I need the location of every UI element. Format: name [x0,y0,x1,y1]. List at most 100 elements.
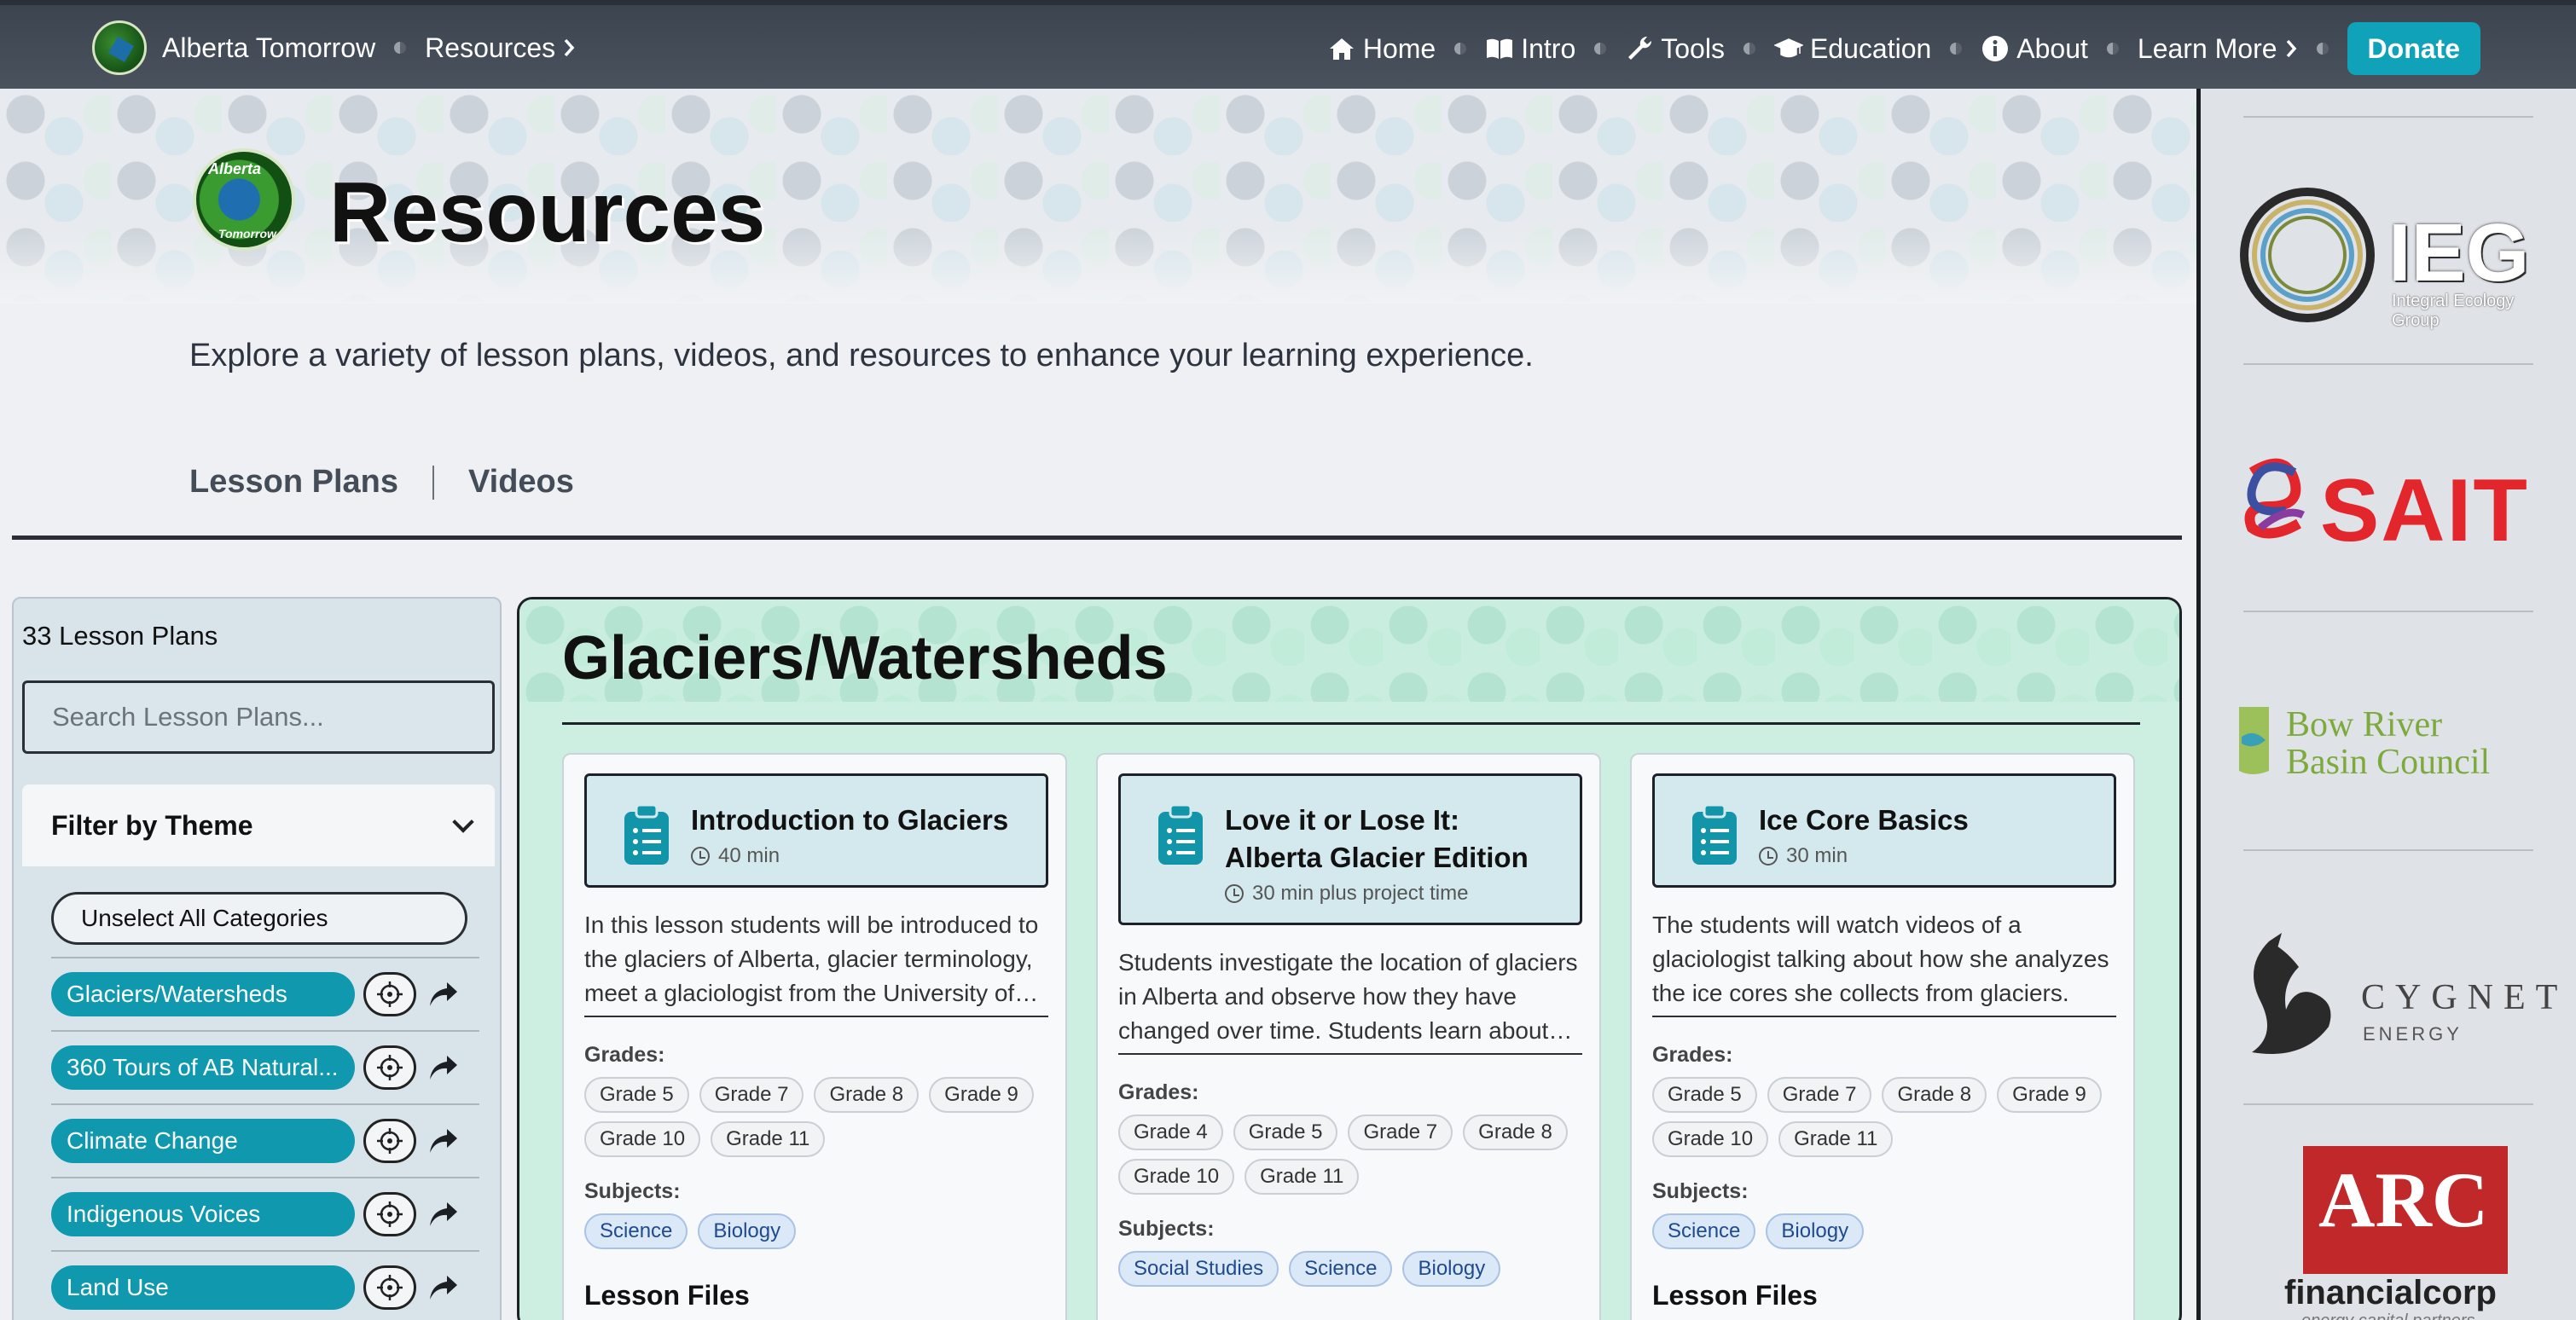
sponsor-arc-logo[interactable]: ARC financialcorp energy capital partner… [2235,1146,2559,1320]
ieg-ring-icon [2240,188,2375,322]
theme-row: Climate Change [51,1103,479,1177]
theme-chip-land-use[interactable]: Land Use [51,1265,355,1310]
hero-banner: Alberta Tomorrow Resources [0,89,2196,304]
bow-line2: Basin Council [2286,743,2491,782]
lesson-card-header[interactable]: Introduction to Glaciers 40 min [584,773,1048,888]
brand-link[interactable]: Alberta Tomorrow [162,32,375,64]
sponsor-divider [2243,363,2533,365]
locate-button[interactable] [363,1119,416,1163]
share-button[interactable] [425,1196,462,1233]
nav-home[interactable]: Home [1327,33,1436,65]
donate-button[interactable]: Donate [2347,22,2480,75]
tab-videos[interactable]: Videos [468,464,574,501]
clock-icon [1759,847,1778,866]
nav-about-label: About [2016,32,2088,64]
locate-button[interactable] [363,1045,416,1090]
nav-education[interactable]: Education [1773,33,1931,65]
nav-tools-label: Tools [1661,32,1725,64]
sponsor-column: IEG Integral Ecology Group SAIT Bow Rive… [2196,89,2576,1320]
grade-pills: Grade 5 Grade 7 Grade 8 Grade 9 Grade 10… [584,1077,1062,1157]
filter-by-theme-toggle[interactable]: Filter by Theme [22,784,495,866]
sponsor-divider [2243,116,2533,118]
resource-tabs: Lesson Plans Videos [189,464,574,501]
locate-button[interactable] [363,972,416,1016]
locate-button[interactable] [363,1265,416,1310]
lesson-duration: 40 min [691,844,1029,868]
theme-row: Indigenous Voices [51,1177,479,1250]
crosshair-icon [377,1275,403,1300]
sponsor-ieg-logo[interactable]: IEG Integral Ecology Group [2235,182,2559,330]
grade-pill: Grade 7 [699,1077,804,1113]
locate-button[interactable] [363,1192,416,1236]
separator-dot [1743,43,1755,55]
graduation-cap-icon [1773,38,1803,58]
sait-name: SAIT [2320,461,2529,560]
lesson-card-header[interactable]: Ice Core Basics 30 min [1652,773,2116,888]
grade-pills: Grade 5 Grade 7 Grade 8 Grade 9 Grade 10… [1652,1077,2130,1157]
nav-intro[interactable]: Intro [1485,33,1575,65]
wrench-icon [1628,36,1652,60]
chevron-down-icon [452,811,474,833]
sponsor-divider [2243,849,2533,851]
alberta-tomorrow-logo: Alberta Tomorrow [193,148,295,251]
duration-label: 30 min [1786,844,1848,867]
grades-label: Grades: [1652,1043,1733,1067]
lesson-card[interactable]: Love it or Lose It: Alberta Glacier Edit… [1096,753,1601,1320]
search-input[interactable]: Search Lesson Plans... [22,680,495,754]
bow-river-text: Bow River Basin Council [2286,706,2490,781]
top-navbar: Alberta Tomorrow Resources Home Intro To… [0,0,2576,89]
share-button[interactable] [425,1122,462,1160]
tab-divider [432,465,434,500]
alberta-tomorrow-logo[interactable] [92,20,147,75]
nav-learn-more[interactable]: Learn More [2138,33,2298,65]
ieg-name: IEG [2388,207,2530,298]
subject-pill: Biology [1766,1213,1865,1249]
nav-about[interactable]: About [1981,33,2088,65]
grades-label: Grades: [1118,1080,1199,1104]
logo-text-bottom: Tomorrow [218,227,276,240]
subject-pills: Social Studies Science Biology [1118,1251,1596,1287]
separator-dot [1454,43,1467,55]
lesson-card[interactable]: Introduction to Glaciers 40 min In this … [562,753,1067,1320]
clock-icon [1225,884,1244,903]
sait-knot-icon [2244,458,2306,539]
crosshair-icon [377,981,403,1007]
share-button[interactable] [425,1049,462,1086]
arc-tagline: energy capital partners [2301,1311,2474,1320]
theme-list: Glaciers/Watersheds 360 Tours of AB Natu… [51,957,479,1320]
nav-intro-label: Intro [1521,32,1576,64]
brand[interactable]: Alberta Tomorrow Resources [92,20,576,75]
separator-dot [2106,43,2119,55]
subjects-label: Subjects: [584,1179,681,1203]
lesson-card[interactable]: Ice Core Basics 30 min The students will… [1630,753,2135,1320]
tab-lesson-plans[interactable]: Lesson Plans [189,464,398,501]
nav-menu: Home Intro Tools Education About Learn M… [1327,22,2480,75]
clipboard-list-icon [1692,803,1737,865]
chevron-right-icon [564,38,575,57]
title-rule [562,722,2140,725]
theme-chip-glaciers[interactable]: Glaciers/Watersheds [51,972,355,1016]
sponsor-bow-river-logo[interactable]: Bow River Basin Council [2235,703,2559,788]
grade-pill: Grade 11 [1778,1121,1894,1157]
grade-pill: Grade 7 [1767,1077,1872,1113]
clock-icon [691,847,710,866]
lesson-card-header[interactable]: Love it or Lose It: Alberta Glacier Edit… [1118,773,1582,925]
sponsor-cygnet-logo[interactable]: CYGNET ENERGY [2235,933,2559,1061]
subject-pill: Science [584,1213,688,1249]
unselect-all-button[interactable]: Unselect All Categories [51,892,467,945]
theme-row: Glaciers/Watersheds [51,957,479,1030]
lesson-duration: 30 min plus project time [1225,882,1563,906]
tabs-underline [12,536,2182,540]
share-button[interactable] [425,1269,462,1306]
theme-chip-climate-change[interactable]: Climate Change [51,1119,355,1163]
breadcrumb-resources[interactable]: Resources [425,32,576,64]
grade-pill: Grade 9 [929,1077,1034,1113]
share-button[interactable] [425,976,462,1013]
lesson-description: The students will watch videos of a glac… [1652,908,2116,1017]
share-icon [430,1276,457,1300]
nav-tools[interactable]: Tools [1625,33,1725,65]
sponsor-sait-logo[interactable]: SAIT [2235,455,2559,560]
theme-chip-indigenous-voices[interactable]: Indigenous Voices [51,1192,355,1236]
theme-chip-360-tours[interactable]: 360 Tours of AB Natural... [51,1045,355,1090]
breadcrumb-label: Resources [425,32,556,63]
